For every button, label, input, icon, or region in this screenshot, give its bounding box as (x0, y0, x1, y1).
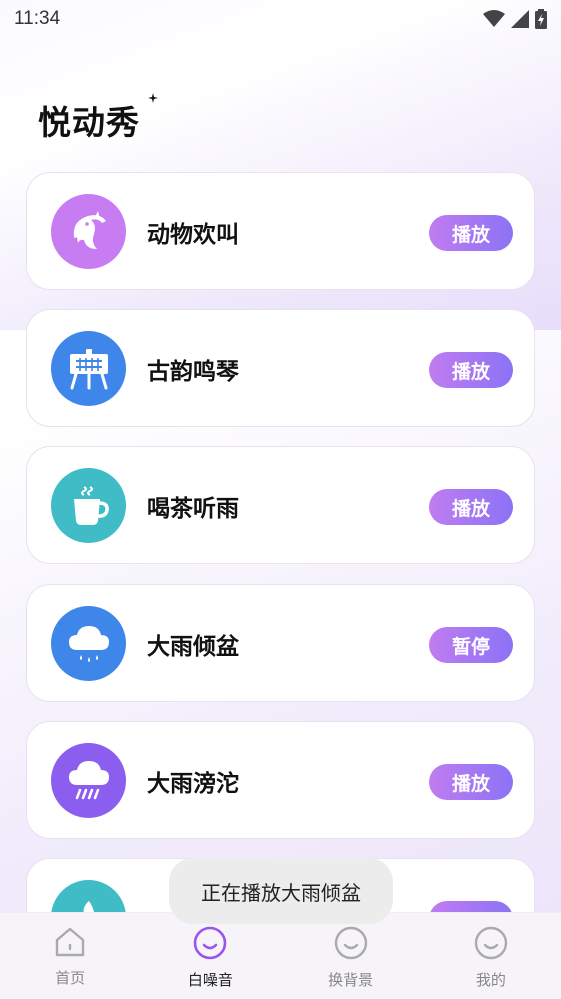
rain-cloud-icon (51, 606, 126, 681)
play-button[interactable]: 播放 (429, 352, 513, 388)
tab-label: 换背景 (328, 971, 374, 989)
wifi-icon (483, 10, 505, 27)
battery-icon (535, 9, 547, 29)
tab-mine[interactable]: 我的 (421, 913, 561, 999)
smile-icon (474, 926, 508, 960)
sound-name: 喝茶听雨 (147, 496, 239, 522)
tea-cup-icon (51, 468, 126, 543)
status-bar: 11:34 (0, 0, 561, 38)
signal-icon (511, 10, 529, 28)
sound-card-tea[interactable]: 喝茶听雨 播放 (26, 446, 535, 564)
pause-button[interactable]: 暂停 (429, 627, 513, 663)
sound-card-animal[interactable]: 动物欢叫 播放 (26, 172, 535, 290)
play-button[interactable]: 播放 (429, 215, 513, 251)
status-time: 11:34 (14, 8, 61, 29)
sound-name: 古韵鸣琴 (147, 359, 239, 385)
tab-label: 白噪音 (187, 971, 233, 989)
tab-white-noise[interactable]: 白噪音 (140, 913, 280, 999)
storm-cloud-icon (51, 743, 126, 818)
tab-home[interactable]: 首页 (0, 913, 140, 999)
bottom-tab-bar: 首页 白噪音 换背景 我的 (0, 912, 561, 999)
dolphin-icon (51, 194, 126, 269)
sound-name: 大雨倾盆 (147, 634, 239, 660)
sound-card-guqin[interactable]: 古韵鸣琴 播放 (26, 309, 535, 427)
smile-icon (334, 926, 367, 960)
app-title: 悦动秀 (38, 103, 140, 142)
toast-message: 正在播放大雨倾盆 (169, 858, 393, 924)
home-icon (55, 927, 85, 957)
guqin-icon (51, 331, 126, 406)
sound-card-heavy-rain[interactable]: 大雨倾盆 暂停 (26, 584, 535, 702)
sound-card-downpour[interactable]: 大雨滂沱 播放 (26, 721, 535, 839)
sound-name: 大雨滂沱 (147, 771, 239, 797)
tab-label: 我的 (475, 971, 506, 989)
tab-label: 首页 (55, 969, 86, 987)
status-icons (483, 9, 547, 29)
play-button[interactable]: 播放 (429, 489, 513, 525)
sparkle-icon (148, 93, 158, 103)
sound-name: 动物欢叫 (147, 222, 239, 248)
tab-background[interactable]: 换背景 (281, 913, 421, 999)
smile-icon (194, 926, 227, 960)
play-button[interactable]: 播放 (429, 764, 513, 800)
